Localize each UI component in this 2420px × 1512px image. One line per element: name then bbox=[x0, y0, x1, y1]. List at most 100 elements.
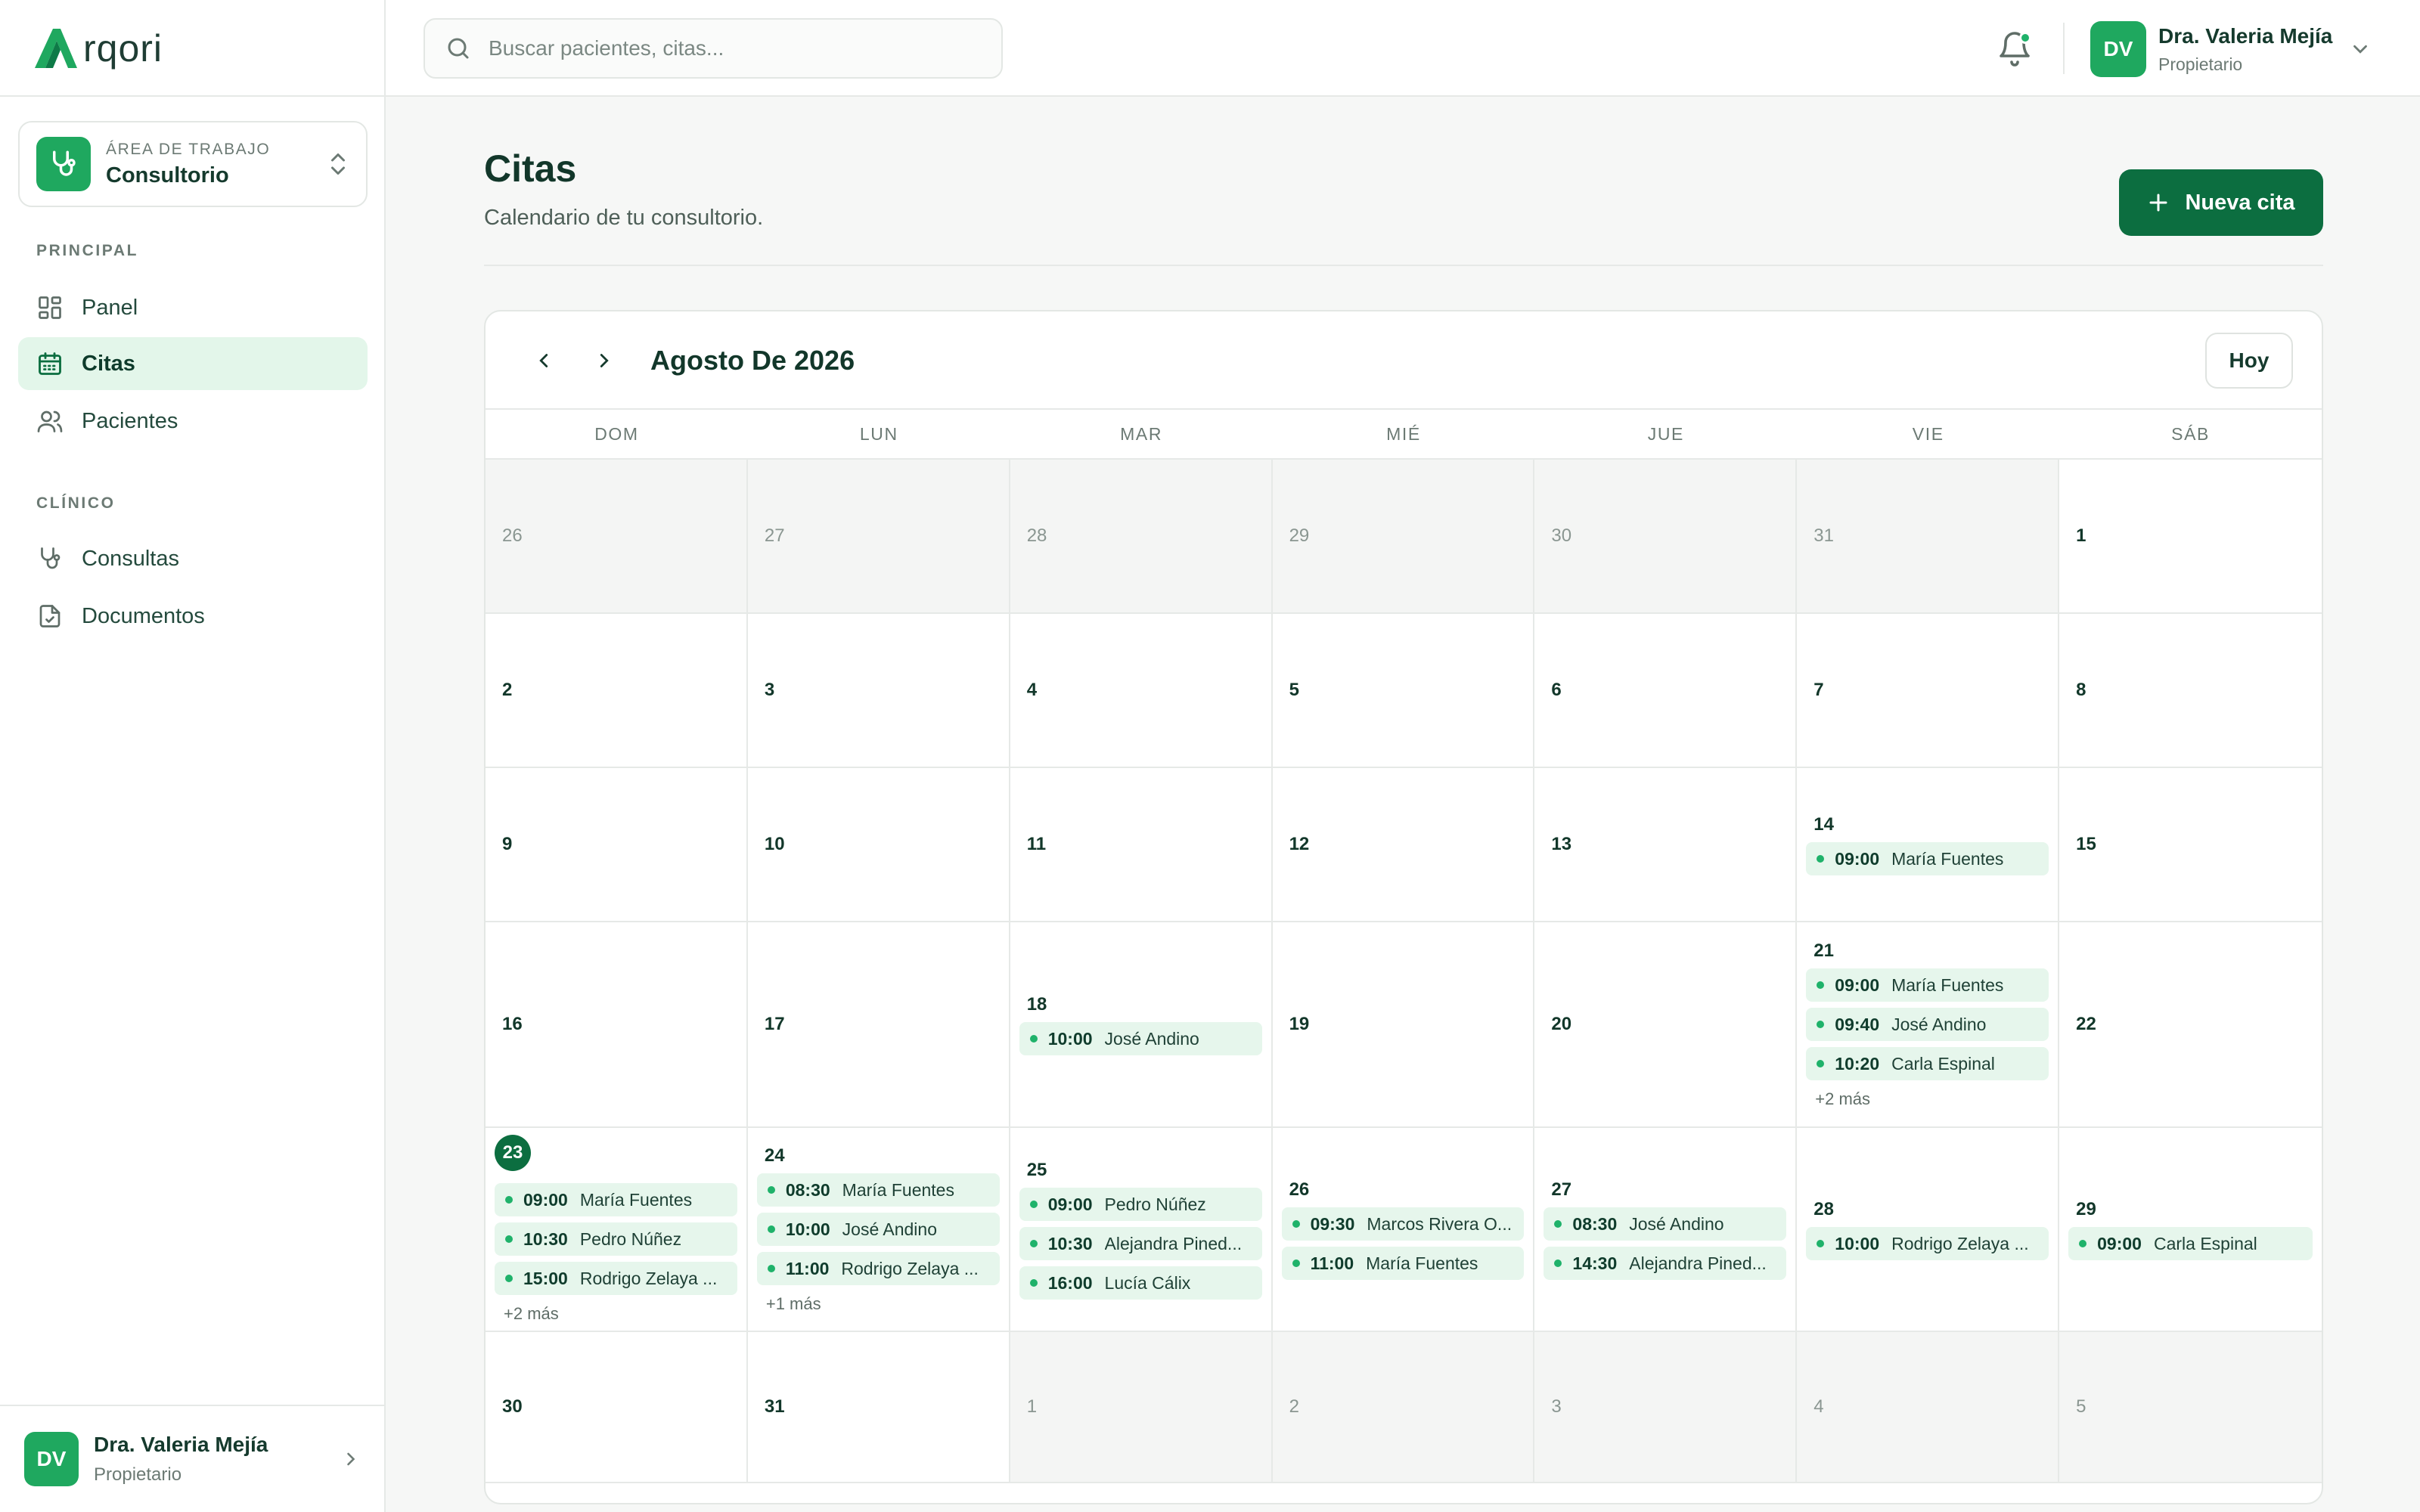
status-dot-icon bbox=[1029, 1279, 1038, 1287]
appointment-chip[interactable]: 11:00 María Fuentes bbox=[1281, 1247, 1525, 1280]
sidebar-item-citas[interactable]: Citas bbox=[18, 337, 368, 390]
prev-month-button[interactable] bbox=[525, 342, 563, 380]
day-number: 16 bbox=[502, 1014, 523, 1034]
day-cell[interactable]: 4 bbox=[1797, 1332, 2060, 1483]
next-month-button[interactable] bbox=[585, 342, 623, 380]
day-cell[interactable]: 3 bbox=[1534, 1332, 1798, 1483]
day-cell[interactable]: 26 bbox=[486, 460, 748, 614]
appointment-chip[interactable]: 10:00 Rodrigo Zelaya ... bbox=[1806, 1227, 2049, 1260]
day-cell[interactable]: 29 09:00 Carla Espinal bbox=[2059, 1128, 2322, 1332]
day-cell[interactable]: 30 bbox=[486, 1332, 748, 1483]
appointment-chip[interactable]: 09:30 Marcos Rivera O... bbox=[1281, 1207, 1525, 1241]
day-cell[interactable]: 28 bbox=[1010, 460, 1273, 614]
chevron-down-icon bbox=[2353, 45, 2368, 54]
appointment-chip[interactable]: 10:30 Alejandra Pined... bbox=[1019, 1227, 1262, 1260]
day-cell[interactable]: 21 09:00 María Fuentes 09:40 José Andino 10:2… bbox=[1797, 922, 2060, 1128]
day-number: 20 bbox=[1551, 1014, 1572, 1034]
appointment-time: 08:30 bbox=[1572, 1213, 1618, 1234]
day-cell[interactable]: 3 bbox=[747, 614, 1010, 768]
appointment-chip[interactable]: 10:00 José Andino bbox=[756, 1213, 1000, 1246]
appointment-chip[interactable]: 09:00 Pedro Núñez bbox=[1019, 1188, 1262, 1221]
day-cell[interactable]: 9 bbox=[486, 768, 748, 922]
day-cell[interactable]: 25 09:00 Pedro Núñez 10:30 Alejandra Pined..… bbox=[1010, 1128, 1273, 1332]
day-cell[interactable]: 8 bbox=[2059, 614, 2322, 768]
day-number: 4 bbox=[1026, 680, 1038, 700]
day-cell[interactable]: 24 08:30 María Fuentes 10:00 José Andino 11:0… bbox=[747, 1128, 1010, 1332]
appointment-chip[interactable]: 14:30 Alejandra Pined... bbox=[1544, 1247, 1787, 1280]
chevron-right-icon bbox=[600, 354, 609, 367]
appointment-chip[interactable]: 09:00 Carla Espinal bbox=[2068, 1227, 2313, 1260]
day-cell[interactable]: 5 bbox=[2059, 1332, 2322, 1483]
sidebar-item-consultas[interactable]: Consultas bbox=[18, 532, 368, 585]
appointment-chip[interactable]: 16:00 Lucía Cálix bbox=[1019, 1266, 1262, 1300]
chevron-up-down-icon bbox=[331, 153, 345, 175]
day-cell[interactable]: 29 bbox=[1272, 460, 1535, 614]
sidebar-item-panel[interactable]: Panel bbox=[18, 281, 368, 334]
day-number: 17 bbox=[764, 1014, 785, 1034]
day-cell[interactable]: 28 10:00 Rodrigo Zelaya ... bbox=[1797, 1128, 2060, 1332]
day-cell[interactable]: 30 bbox=[1534, 460, 1798, 614]
day-cell[interactable]: 12 bbox=[1272, 768, 1535, 922]
day-cell[interactable]: 19 bbox=[1272, 922, 1535, 1128]
user-menu[interactable]: DV Dra. Valeria Mejía Propietario bbox=[2090, 21, 2372, 77]
appointment-chip[interactable]: 10:20 Carla Espinal bbox=[1806, 1047, 2049, 1080]
day-cell[interactable]: 13 bbox=[1534, 768, 1798, 922]
more-appointments-link[interactable]: +2 más bbox=[495, 1304, 737, 1324]
more-appointments-link[interactable]: +1 más bbox=[757, 1294, 1000, 1314]
appointment-patient: José Andino bbox=[1104, 1028, 1199, 1049]
day-cell[interactable]: 22 bbox=[2059, 922, 2322, 1128]
day-cell[interactable]: 14 09:00 María Fuentes bbox=[1797, 768, 2060, 922]
day-cell[interactable]: 11 bbox=[1010, 768, 1273, 922]
appointment-chip[interactable]: 15:00 Rodrigo Zelaya ... bbox=[495, 1262, 737, 1295]
appointment-chip[interactable]: 10:30 Pedro Núñez bbox=[495, 1222, 737, 1256]
day-cell[interactable]: 1 bbox=[2059, 460, 2322, 614]
status-dot-icon bbox=[767, 1225, 775, 1233]
day-cell[interactable]: 2 bbox=[1272, 1332, 1535, 1483]
day-cell[interactable]: 15 bbox=[2059, 768, 2322, 922]
appointment-chip[interactable]: 09:00 María Fuentes bbox=[1806, 968, 2049, 1002]
day-number: 2 bbox=[1289, 1396, 1299, 1417]
day-number: 3 bbox=[764, 680, 775, 700]
day-cell[interactable]: 1 bbox=[1010, 1332, 1273, 1483]
day-cell[interactable]: 10 bbox=[747, 768, 1010, 922]
day-cell[interactable]: 6 bbox=[1534, 614, 1798, 768]
sidebar-user-card[interactable]: DV Dra. Valeria Mejía Propietario bbox=[0, 1405, 386, 1512]
day-cell[interactable]: 4 bbox=[1010, 614, 1273, 768]
day-cell[interactable]: 18 10:00 José Andino bbox=[1010, 922, 1273, 1128]
day-cell[interactable]: 20 bbox=[1534, 922, 1798, 1128]
search-box[interactable] bbox=[424, 18, 1003, 79]
appointment-chip[interactable]: 11:00 Rodrigo Zelaya ... bbox=[756, 1252, 1000, 1285]
appointment-chip[interactable]: 08:30 María Fuentes bbox=[756, 1173, 1000, 1207]
appointment-chip[interactable]: 09:40 José Andino bbox=[1806, 1008, 2049, 1041]
day-cell[interactable]: 27 bbox=[747, 460, 1010, 614]
more-appointments-link[interactable]: +2 más bbox=[1806, 1089, 2049, 1109]
status-dot-icon bbox=[2079, 1240, 2087, 1247]
appointment-time: 09:00 bbox=[1835, 848, 1880, 869]
day-cell[interactable]: 26 09:30 Marcos Rivera O... 11:00 María Fuen… bbox=[1272, 1128, 1535, 1332]
new-appointment-button[interactable]: Nueva cita bbox=[2119, 169, 2323, 236]
search-input[interactable] bbox=[489, 36, 973, 60]
day-cell[interactable]: 31 bbox=[1797, 460, 2060, 614]
appointment-chip[interactable]: 09:00 María Fuentes bbox=[495, 1183, 737, 1216]
sidebar-item-documentos[interactable]: Documentos bbox=[18, 590, 368, 643]
topbar: DV Dra. Valeria Mejía Propietario bbox=[386, 0, 2420, 97]
day-cell[interactable]: 7 bbox=[1797, 614, 2060, 768]
today-button[interactable]: Hoy bbox=[2205, 333, 2293, 389]
day-cell[interactable]: 2 bbox=[486, 614, 748, 768]
day-cell[interactable]: 16 bbox=[486, 922, 748, 1128]
appointment-chip[interactable]: 09:00 María Fuentes bbox=[1806, 842, 2049, 875]
appointment-time: 09:30 bbox=[1310, 1213, 1355, 1234]
brand-logo[interactable]: rqori bbox=[30, 24, 163, 73]
day-cell[interactable]: 5 bbox=[1272, 614, 1535, 768]
workspace-switcher[interactable]: ÁREA DE TRABAJO Consultorio bbox=[18, 121, 368, 207]
day-cell[interactable]: 27 08:30 José Andino 14:30 Alejandra Pined..… bbox=[1534, 1128, 1798, 1332]
appointment-chip[interactable]: 08:30 José Andino bbox=[1544, 1207, 1787, 1241]
day-cell[interactable]: 17 bbox=[747, 922, 1010, 1128]
day-cell[interactable]: 31 bbox=[747, 1332, 1010, 1483]
sidebar-item-label: Panel bbox=[82, 295, 138, 320]
day-cell[interactable]: 23 09:00 María Fuentes 10:30 Pedro Núñez 15:0… bbox=[486, 1128, 748, 1332]
sidebar-item-pacientes[interactable]: Pacientes bbox=[18, 395, 368, 448]
appointment-patient: Alejandra Pined... bbox=[1104, 1233, 1243, 1253]
sidebar-item-label: Citas bbox=[82, 351, 135, 376]
appointment-chip[interactable]: 10:00 José Andino bbox=[1019, 1022, 1262, 1055]
